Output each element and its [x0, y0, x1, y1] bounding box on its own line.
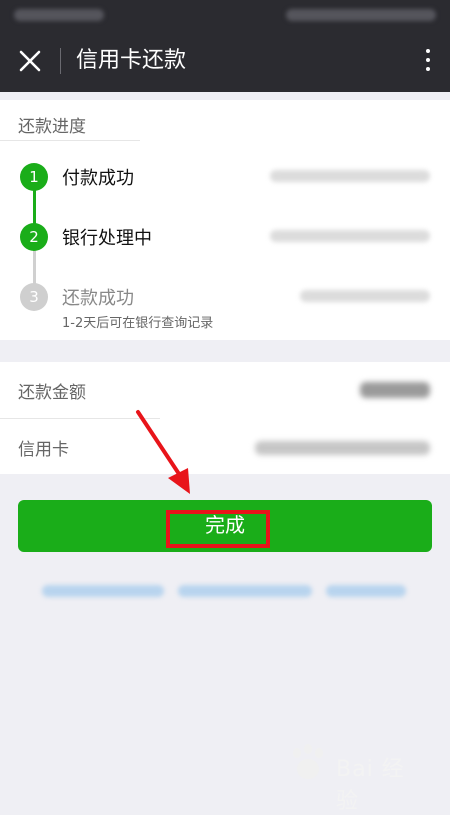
watermark-text: Bai 经验 [336, 757, 405, 814]
annotation-arrow [136, 410, 190, 494]
baidu-paw-logo [293, 744, 323, 779]
watermark: Bai 经验 [284, 743, 424, 814]
